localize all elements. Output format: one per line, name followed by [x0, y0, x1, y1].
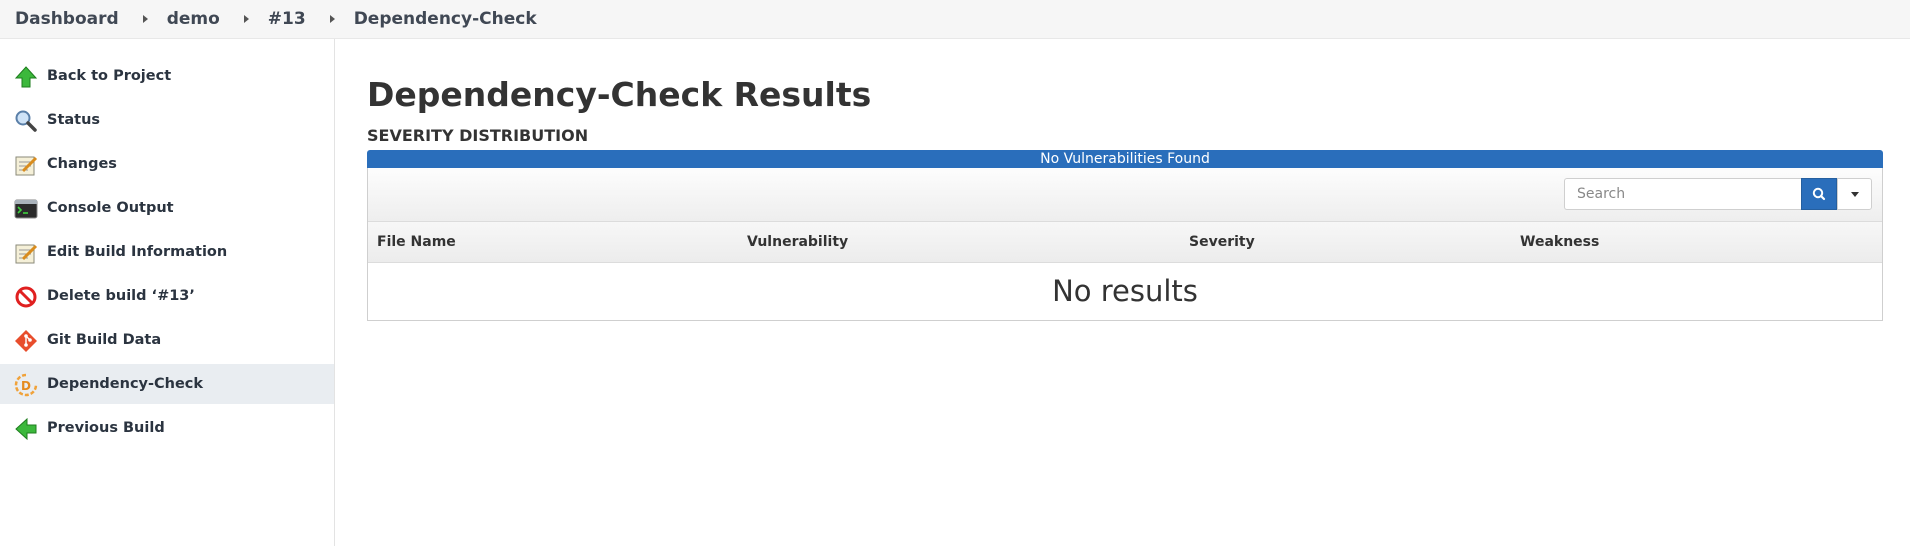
magnifier-icon — [15, 110, 37, 132]
caret-down-icon — [1851, 192, 1859, 197]
column-header-vulnerability[interactable]: Vulnerability — [747, 234, 848, 250]
left-arrow-icon — [15, 417, 37, 441]
column-header-file-name[interactable]: File Name — [377, 234, 456, 250]
chevron-right-icon[interactable] — [142, 15, 148, 23]
sidebar-item-label: Back to Project — [47, 68, 172, 84]
search-button[interactable] — [1801, 178, 1837, 210]
sidebar-item-label: Previous Build — [47, 420, 165, 436]
breadcrumb-item-dependency-check[interactable]: Dependency-Check — [343, 9, 537, 29]
git-icon — [15, 330, 37, 352]
sidebar-item-git-build-data[interactable]: Git Build Data — [0, 320, 334, 360]
svg-text:D: D — [21, 379, 31, 393]
column-header-severity[interactable]: Severity — [1189, 234, 1255, 250]
notepad-icon — [15, 156, 38, 176]
breadcrumb-label[interactable]: demo — [156, 9, 220, 29]
breadcrumb-label[interactable]: Dependency-Check — [343, 9, 537, 29]
sidebar-item-label: Console Output — [47, 200, 174, 216]
sidebar-item-label: Delete build ‘#13’ — [47, 288, 195, 304]
results-table: File Name Vulnerability Severity Weaknes… — [367, 168, 1883, 321]
terminal-icon — [14, 199, 38, 219]
sidebar: Back to Project Status Changes Console O… — [0, 39, 335, 546]
sidebar-item-dependency-check[interactable]: D Dependency-Check — [0, 364, 334, 404]
dependency-check-icon: D — [14, 373, 38, 397]
notepad-icon — [15, 244, 38, 264]
table-header: File Name Vulnerability Severity Weaknes… — [368, 222, 1882, 263]
breadcrumb-label[interactable]: #13 — [257, 9, 306, 29]
up-arrow-icon — [14, 66, 38, 88]
sidebar-item-label: Git Build Data — [47, 332, 162, 348]
sidebar-item-delete-build[interactable]: Delete build ‘#13’ — [0, 276, 334, 316]
breadcrumb-item-build[interactable]: #13 — [257, 9, 343, 29]
breadcrumb-label[interactable]: Dashboard — [0, 9, 119, 29]
sidebar-item-edit-build-information[interactable]: Edit Build Information — [0, 232, 334, 272]
sidebar-item-label: Edit Build Information — [47, 244, 228, 260]
page-title: Dependency-Check Results — [367, 75, 872, 114]
breadcrumb-item-demo[interactable]: demo — [156, 9, 257, 29]
chevron-right-icon[interactable] — [329, 15, 335, 23]
search-icon — [1812, 187, 1826, 201]
breadcrumb: Dashboard demo #13 Dependency-Check — [0, 0, 1910, 39]
sidebar-item-console-output[interactable]: Console Output — [0, 188, 334, 228]
sidebar-item-label: Dependency-Check — [47, 376, 204, 392]
sidebar-item-previous-build[interactable]: Previous Build — [0, 408, 334, 448]
search-input[interactable] — [1564, 178, 1801, 210]
sidebar-item-status[interactable]: Status — [0, 100, 334, 140]
empty-results-message: No results — [1052, 274, 1198, 308]
column-header-weakness[interactable]: Weakness — [1520, 234, 1599, 250]
chevron-right-icon[interactable] — [243, 15, 249, 23]
sidebar-item-changes[interactable]: Changes — [0, 144, 334, 184]
breadcrumb-item-dashboard[interactable]: Dashboard — [0, 9, 156, 29]
severity-distribution-bar: No Vulnerabilities Found — [367, 150, 1883, 168]
sidebar-item-label: Changes — [47, 156, 117, 172]
columns-dropdown-button[interactable] — [1837, 178, 1872, 210]
severity-distribution-label: SEVERITY DISTRIBUTION — [367, 126, 589, 145]
sidebar-item-back-to-project[interactable]: Back to Project — [0, 56, 334, 96]
no-entry-icon — [15, 286, 37, 308]
table-toolbar — [368, 168, 1882, 222]
sidebar-item-label: Status — [47, 112, 101, 128]
